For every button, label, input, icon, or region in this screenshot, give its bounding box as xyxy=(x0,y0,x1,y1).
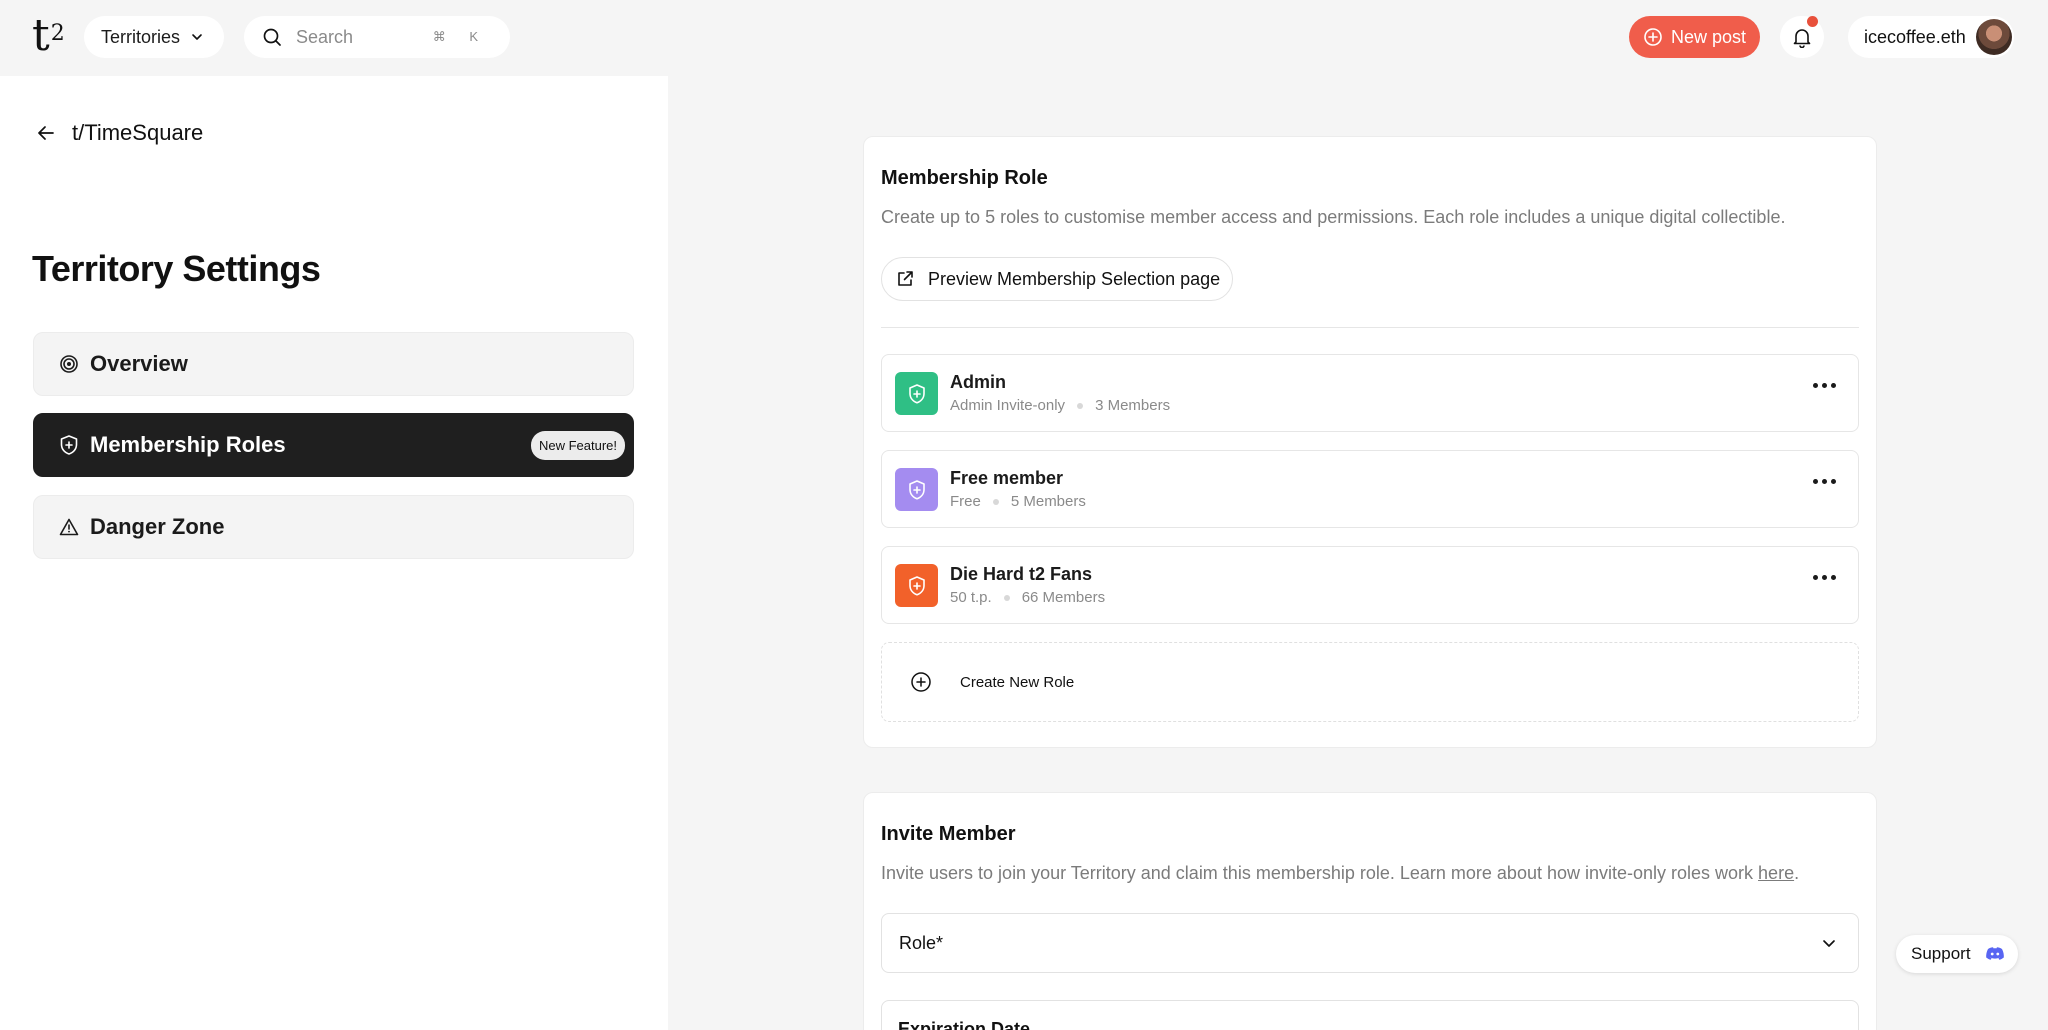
role-members: 3 Members xyxy=(1095,397,1171,414)
role-access: 50 t.p. xyxy=(950,589,992,606)
sidebar-item-label: Danger Zone xyxy=(90,514,225,539)
logo-text: t xyxy=(32,10,50,61)
shield-icon xyxy=(58,434,80,456)
search-bar[interactable]: Search ⌘ K xyxy=(244,16,510,58)
support-label: Support xyxy=(1911,944,1971,963)
discord-icon xyxy=(1985,946,2005,962)
support-button[interactable]: Support xyxy=(1896,935,2018,973)
role-meta: Free 5 Members xyxy=(950,493,1086,510)
role-members: 66 Members xyxy=(1021,589,1106,606)
separator-dot xyxy=(992,498,999,505)
role-name: Admin xyxy=(950,372,1006,392)
more-options-icon[interactable] xyxy=(1813,479,1836,484)
preview-membership-button[interactable]: Preview Membership Selection page xyxy=(881,257,1233,301)
divider xyxy=(881,327,1859,328)
learn-more-link[interactable]: here xyxy=(1758,863,1794,883)
card-description: Create up to 5 roles to customise member… xyxy=(881,207,1786,227)
card-title: Membership Role xyxy=(881,167,1048,189)
role-shield-icon xyxy=(895,372,938,415)
role-shield-icon xyxy=(895,564,938,607)
new-feature-badge: New Feature! xyxy=(530,431,625,460)
role-shield-icon xyxy=(895,468,938,511)
role-select[interactable]: Role* xyxy=(881,913,1859,973)
new-post-button[interactable]: New post xyxy=(1629,16,1760,58)
more-options-icon[interactable] xyxy=(1813,575,1836,580)
role-members: 5 Members xyxy=(1010,493,1086,510)
card-description: Invite users to join your Territory and … xyxy=(881,863,1799,884)
role-row-free-member[interactable]: Free member Free 5 Members xyxy=(881,450,1859,528)
more-options-icon[interactable] xyxy=(1813,383,1836,388)
role-name: Die Hard t2 Fans xyxy=(950,564,1093,584)
role-access: Free xyxy=(950,493,981,510)
plus-circle-icon xyxy=(910,671,932,693)
separator-dot xyxy=(1077,402,1084,409)
invite-member-card: Invite Member Invite users to join your … xyxy=(863,792,1877,1030)
expiration-label: Expiration Date xyxy=(898,1019,1031,1030)
chevron-down-icon xyxy=(190,30,204,44)
territories-label: Territories xyxy=(101,26,181,47)
notifications-button[interactable] xyxy=(1780,16,1824,58)
chevron-down-icon xyxy=(1820,934,1838,957)
arrow-left-icon xyxy=(36,123,56,143)
role-name: Free member xyxy=(950,468,1064,488)
sidebar-item-label: Overview xyxy=(90,351,188,376)
logo-sup: 2 xyxy=(50,21,65,46)
username: icecoffee.eth xyxy=(1864,26,1966,47)
role-row-die-hard-fans[interactable]: Die Hard t2 Fans 50 t.p. 66 Members xyxy=(881,546,1859,624)
external-link-icon xyxy=(896,270,914,288)
role-meta: Admin Invite-only 3 Members xyxy=(950,397,1170,414)
sidebar-item-overview[interactable]: Overview xyxy=(33,332,634,396)
role-row-admin[interactable]: Admin Admin Invite-only 3 Members xyxy=(881,354,1859,432)
search-shortcut: ⌘ K xyxy=(432,29,488,44)
t2-logo[interactable]: t2 xyxy=(32,14,65,58)
user-menu[interactable]: icecoffee.eth xyxy=(1848,16,2014,58)
create-new-role-button[interactable]: Create New Role xyxy=(881,642,1859,722)
separator-dot xyxy=(1003,594,1010,601)
page-title: Territory Settings xyxy=(32,248,321,289)
top-bar: t2 Territories Search ⌘ K New post iceco… xyxy=(0,0,2048,76)
membership-role-card: Membership Role Create up to 5 roles to … xyxy=(863,136,1877,748)
invite-description-text: Invite users to join your Territory and … xyxy=(881,863,1759,883)
new-post-label: New post xyxy=(1671,26,1747,47)
territory-name: t/TimeSquare xyxy=(72,120,204,145)
bell-icon xyxy=(1792,26,1812,48)
create-role-label: Create New Role xyxy=(960,673,1075,691)
search-icon xyxy=(262,27,282,47)
card-title: Invite Member xyxy=(881,823,1016,845)
notification-dot xyxy=(1807,16,1818,27)
territories-dropdown[interactable]: Territories xyxy=(84,16,224,58)
search-placeholder: Search xyxy=(296,26,354,47)
role-meta: 50 t.p. 66 Members xyxy=(950,589,1105,606)
sidebar-item-label: Membership Roles xyxy=(90,432,286,457)
expiration-date-field[interactable]: Expiration Date xyxy=(881,1000,1859,1030)
role-select-placeholder: Role* xyxy=(899,932,944,953)
warning-icon xyxy=(58,516,80,538)
plus-circle-icon xyxy=(1643,27,1663,47)
invite-description-end: . xyxy=(1794,863,1800,883)
preview-label: Preview Membership Selection page xyxy=(928,268,1221,289)
sidebar-item-membership-roles[interactable]: Membership Roles New Feature! xyxy=(33,413,634,477)
target-icon xyxy=(58,353,80,375)
sidebar-item-danger-zone[interactable]: Danger Zone xyxy=(33,495,634,559)
avatar xyxy=(1976,19,2012,55)
back-link[interactable]: t/TimeSquare xyxy=(36,120,203,146)
role-access: Admin Invite-only xyxy=(950,397,1066,414)
